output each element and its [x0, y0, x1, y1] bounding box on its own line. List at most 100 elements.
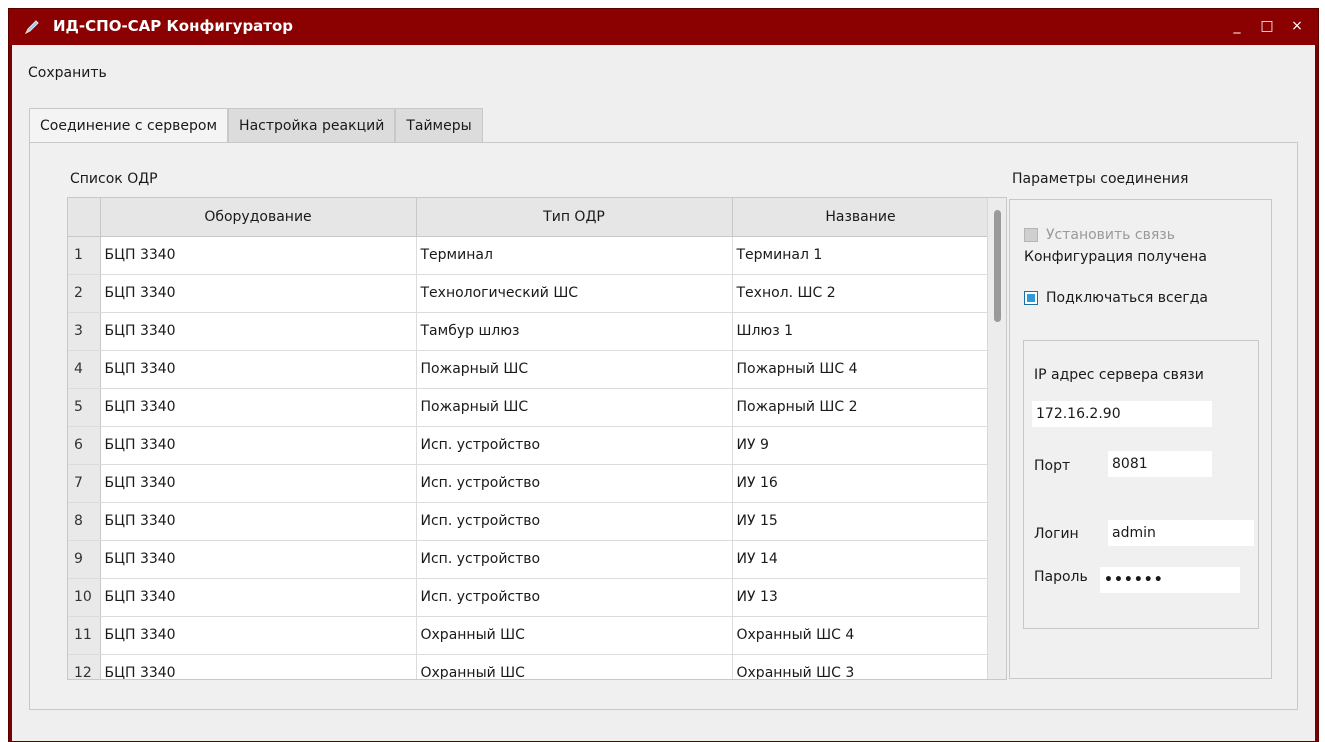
- equipment-cell[interactable]: БЦП 3340: [100, 274, 417, 313]
- odr-type-cell[interactable]: Тамбур шлюз: [416, 312, 733, 351]
- row-number[interactable]: 12: [68, 654, 101, 679]
- checkbox-checked-icon: [1024, 291, 1038, 305]
- odr-type-cell[interactable]: Терминал: [416, 236, 733, 275]
- corner-header[interactable]: [68, 198, 101, 237]
- password-label: Пароль: [1034, 569, 1088, 585]
- title-bar[interactable]: ИД-СПО-САР Конфигуратор _ □ ×: [9, 9, 1318, 45]
- row-number[interactable]: 10: [68, 578, 101, 617]
- port-input[interactable]: [1108, 451, 1212, 477]
- odr-type-cell[interactable]: Пожарный ШС: [416, 388, 733, 427]
- table-row[interactable]: 1 БЦП 3340 Терминал Терминал 1: [68, 236, 990, 275]
- name-cell[interactable]: ИУ 14: [732, 540, 990, 579]
- equipment-cell[interactable]: БЦП 3340: [100, 350, 417, 389]
- row-number[interactable]: 3: [68, 312, 101, 351]
- table-row[interactable]: 9 БЦП 3340 Исп. устройство ИУ 14: [68, 540, 990, 579]
- odr-type-cell[interactable]: Охранный ШС: [416, 654, 733, 679]
- establish-connection-label: Установить связь: [1046, 227, 1175, 243]
- name-cell[interactable]: Охранный ШС 3: [732, 654, 990, 679]
- name-cell[interactable]: ИУ 15: [732, 502, 990, 541]
- row-number[interactable]: 9: [68, 540, 101, 579]
- name-cell[interactable]: Пожарный ШС 4: [732, 350, 990, 389]
- equipment-cell[interactable]: БЦП 3340: [100, 312, 417, 351]
- name-cell[interactable]: Пожарный ШС 2: [732, 388, 990, 427]
- row-number[interactable]: 7: [68, 464, 101, 503]
- table-row[interactable]: 4 БЦП 3340 Пожарный ШС Пожарный ШС 4: [68, 350, 990, 389]
- row-number[interactable]: 5: [68, 388, 101, 427]
- config-status-text: Конфигурация получена: [1024, 249, 1207, 265]
- odr-type-cell[interactable]: Исп. устройство: [416, 502, 733, 541]
- close-button[interactable]: ×: [1286, 15, 1308, 37]
- name-cell[interactable]: Терминал 1: [732, 236, 990, 275]
- name-cell[interactable]: Технол. ШС 2: [732, 274, 990, 313]
- server-connection-panel: Список ОДР Оборудование Тип ОДР Название…: [29, 142, 1298, 710]
- table-row[interactable]: 10 БЦП 3340 Исп. устройство ИУ 13: [68, 578, 990, 617]
- table-row[interactable]: 11 БЦП 3340 Охранный ШС Охранный ШС 4: [68, 616, 990, 655]
- server-settings-box: IP адрес сервера связи Порт Логин Пароль: [1023, 340, 1259, 629]
- table-scrollbar[interactable]: [987, 198, 1006, 679]
- login-label: Логин: [1034, 526, 1079, 542]
- equipment-cell[interactable]: БЦП 3340: [100, 426, 417, 465]
- odr-list-title: Список ОДР: [70, 171, 158, 187]
- tab-reactions[interactable]: Настройка реакций: [228, 108, 396, 142]
- equipment-cell[interactable]: БЦП 3340: [100, 236, 417, 275]
- client-area: Сохранить Соединение с сервером Настройк…: [12, 45, 1315, 741]
- row-number[interactable]: 4: [68, 350, 101, 389]
- name-cell[interactable]: Шлюз 1: [732, 312, 990, 351]
- login-input[interactable]: [1108, 520, 1254, 546]
- row-number[interactable]: 11: [68, 616, 101, 655]
- odr-type-cell[interactable]: Исп. устройство: [416, 426, 733, 465]
- pen-icon: [24, 20, 39, 35]
- odr-type-cell[interactable]: Пожарный ШС: [416, 350, 733, 389]
- tab-bar: Соединение с сервером Настройка реакций …: [29, 108, 483, 143]
- tab-server-connection[interactable]: Соединение с сервером: [29, 108, 229, 143]
- name-cell[interactable]: Охранный ШС 4: [732, 616, 990, 655]
- always-connect-checkbox[interactable]: Подключаться всегда: [1024, 290, 1208, 306]
- establish-connection-checkbox[interactable]: Установить связь: [1024, 227, 1175, 243]
- equipment-cell[interactable]: БЦП 3340: [100, 578, 417, 617]
- window-title: ИД-СПО-САР Конфигуратор: [53, 17, 294, 35]
- odr-type-cell[interactable]: Исп. устройство: [416, 540, 733, 579]
- odr-type-cell[interactable]: Исп. устройство: [416, 578, 733, 617]
- odr-type-cell[interactable]: Исп. устройство: [416, 464, 733, 503]
- table-header-row: Оборудование Тип ОДР Название: [68, 198, 990, 237]
- minimize-button[interactable]: _: [1226, 15, 1248, 37]
- row-number[interactable]: 8: [68, 502, 101, 541]
- ip-address-input[interactable]: [1032, 401, 1212, 427]
- save-menu-item[interactable]: Сохранить: [28, 65, 107, 81]
- password-input[interactable]: [1100, 567, 1240, 593]
- column-header-odr-type[interactable]: Тип ОДР: [416, 198, 733, 237]
- column-header-equipment[interactable]: Оборудование: [100, 198, 417, 237]
- always-connect-label: Подключаться всегда: [1046, 290, 1208, 306]
- connection-params-title: Параметры соединения: [1012, 171, 1189, 187]
- checkbox-icon: [1024, 228, 1038, 242]
- table-row[interactable]: 3 БЦП 3340 Тамбур шлюз Шлюз 1: [68, 312, 990, 351]
- equipment-cell[interactable]: БЦП 3340: [100, 654, 417, 679]
- odr-type-cell[interactable]: Охранный ШС: [416, 616, 733, 655]
- table-row[interactable]: 7 БЦП 3340 Исп. устройство ИУ 16: [68, 464, 990, 503]
- equipment-cell[interactable]: БЦП 3340: [100, 464, 417, 503]
- tab-timers[interactable]: Таймеры: [395, 108, 483, 142]
- row-number[interactable]: 2: [68, 274, 101, 313]
- name-cell[interactable]: ИУ 13: [732, 578, 990, 617]
- row-number[interactable]: 1: [68, 236, 101, 275]
- table-row[interactable]: 8 БЦП 3340 Исп. устройство ИУ 15: [68, 502, 990, 541]
- name-cell[interactable]: ИУ 9: [732, 426, 990, 465]
- odr-grid: Оборудование Тип ОДР Название 1 БЦП 3340…: [68, 198, 990, 679]
- name-cell[interactable]: ИУ 16: [732, 464, 990, 503]
- equipment-cell[interactable]: БЦП 3340: [100, 540, 417, 579]
- table-row[interactable]: 12 БЦП 3340 Охранный ШС Охранный ШС 3: [68, 654, 990, 679]
- equipment-cell[interactable]: БЦП 3340: [100, 502, 417, 541]
- maximize-button[interactable]: □: [1256, 15, 1278, 37]
- row-number[interactable]: 6: [68, 426, 101, 465]
- table-row[interactable]: 5 БЦП 3340 Пожарный ШС Пожарный ШС 2: [68, 388, 990, 427]
- table-row[interactable]: 6 БЦП 3340 Исп. устройство ИУ 9: [68, 426, 990, 465]
- scrollbar-thumb[interactable]: [994, 210, 1001, 322]
- ip-label: IP адрес сервера связи: [1034, 367, 1204, 383]
- odr-type-cell[interactable]: Технологический ШС: [416, 274, 733, 313]
- table-row[interactable]: 2 БЦП 3340 Технологический ШС Технол. ШС…: [68, 274, 990, 313]
- equipment-cell[interactable]: БЦП 3340: [100, 388, 417, 427]
- column-header-name[interactable]: Название: [732, 198, 990, 237]
- equipment-cell[interactable]: БЦП 3340: [100, 616, 417, 655]
- odr-table[interactable]: Оборудование Тип ОДР Название 1 БЦП 3340…: [67, 197, 1007, 680]
- menu-bar: Сохранить: [12, 45, 1315, 89]
